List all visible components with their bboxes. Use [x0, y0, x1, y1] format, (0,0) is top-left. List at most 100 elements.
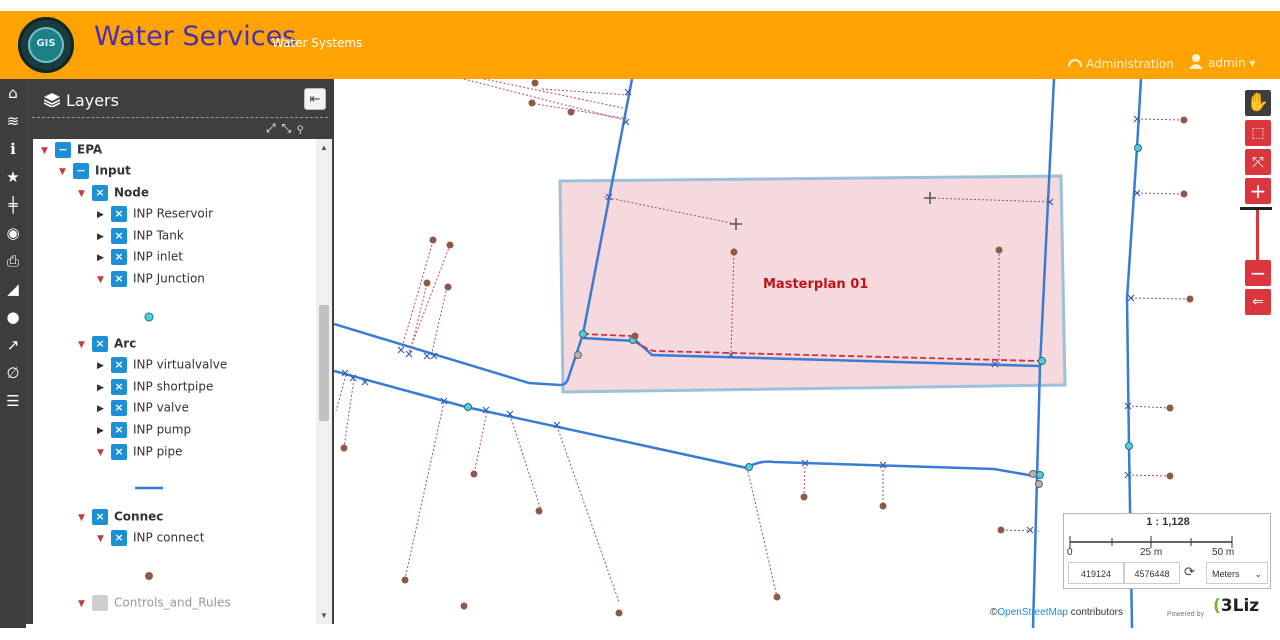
layer-row-node[interactable]: ▼ × Node [78, 182, 149, 202]
print-icon[interactable]: ⎙ [0, 247, 26, 275]
toggle-closed-icon[interactable]: ▶ [97, 248, 111, 268]
layer-label: EPA [77, 142, 103, 157]
scroll-down-icon[interactable]: ▼ [318, 611, 330, 620]
collapse-panel-button[interactable]: ⇤ [304, 88, 326, 110]
powered-by-text: Powered by [1167, 611, 1204, 618]
zoom-slider-track[interactable] [1256, 210, 1259, 260]
toggle-closed-icon[interactable]: ▶ [97, 399, 111, 419]
user-menu[interactable]: admin ▾ [1188, 53, 1255, 72]
layers-panel-header: Layers ⇤ ⤢⤡⚲ [26, 79, 334, 139]
toggle-open-icon[interactable]: ▼ [78, 184, 92, 204]
app-logo[interactable]: GIS [18, 17, 74, 73]
layer-checkbox[interactable]: − [73, 162, 89, 179]
left-toolbar: ⌂ ≋ ℹ ★ ╪ ◉ ⎙ ◢ ● ↗ ∅ ☰ [0, 79, 26, 640]
layer-row-inp-tank[interactable]: ▶ × INP Tank [97, 225, 184, 245]
layer-checkbox[interactable]: × [111, 356, 127, 373]
layer-checkbox[interactable]: × [111, 399, 127, 416]
toggle-closed-icon[interactable]: ▶ [97, 227, 111, 247]
toggle-closed-icon[interactable]: ▶ [97, 421, 111, 441]
collapse-all-icon[interactable]: ⤡ [282, 121, 298, 135]
layer-label: Connec [114, 509, 164, 524]
share-icon[interactable]: ↗ [0, 331, 26, 359]
layer-checkbox[interactable]: × [111, 248, 127, 265]
toggle-open-icon[interactable]: ▼ [59, 162, 73, 182]
osm-link[interactable]: OpenStreetMap [997, 607, 1068, 618]
toggle-closed-icon[interactable]: ▶ [97, 378, 111, 398]
layer-checkbox[interactable]: × [111, 227, 127, 244]
layer-row-arc[interactable]: ▼ × Arc [78, 333, 136, 353]
scroll-up-icon[interactable]: ▲ [318, 143, 330, 152]
bottom-strip [0, 628, 1280, 640]
scale-tick-50: 50 m [1212, 547, 1235, 558]
target-icon[interactable]: ◉ [0, 219, 26, 247]
layer-checkbox[interactable]: × [111, 378, 127, 395]
layer-row-inp-valve[interactable]: ▶ × INP valve [97, 397, 189, 417]
zoom-layer-icon[interactable]: ⚲ [297, 121, 309, 135]
logo-text: GIS [36, 38, 56, 49]
tree-scrollbar[interactable]: ▲ ▼ [316, 139, 332, 624]
layer-checkbox[interactable]: × [111, 529, 127, 546]
layer-checkbox[interactable]: × [111, 270, 127, 287]
split-icon[interactable]: ╪ [0, 191, 26, 219]
layer-row-connec[interactable]: ▼ × Connec [78, 506, 163, 526]
layer-label: INP Junction [133, 271, 205, 286]
layer-row-inp-inlet[interactable]: ▶ × INP inlet [97, 246, 183, 266]
layer-row-input[interactable]: ▼ − Input [59, 160, 131, 180]
star-icon[interactable]: ★ [0, 163, 26, 191]
zoom-out-button[interactable]: − [1245, 260, 1271, 286]
layer-checkbox[interactable]: × [111, 205, 127, 222]
layer-checkbox[interactable]: × [92, 508, 108, 525]
unit-select[interactable]: Meters ⌄ [1206, 562, 1268, 584]
administration-link[interactable]: Administration [1068, 57, 1174, 71]
zoom-box-icon[interactable]: ⬚ [1245, 120, 1271, 146]
toggle-open-icon[interactable]: ▼ [97, 529, 111, 549]
layer-checkbox[interactable] [92, 594, 108, 611]
toggle-open-icon[interactable]: ▼ [97, 443, 111, 463]
y-coordinate: 4576448 [1124, 562, 1180, 584]
layer-checkbox[interactable]: × [111, 443, 127, 460]
ruler-icon[interactable]: ◢ [0, 275, 26, 303]
layers-icon[interactable]: ≋ [0, 107, 26, 135]
layer-row-inp-reservoir[interactable]: ▶ × INP Reservoir [97, 203, 213, 223]
home-icon[interactable]: ⌂ [0, 79, 26, 107]
layer-row-inp-pump[interactable]: ▶ × INP pump [97, 419, 191, 439]
info-icon[interactable]: ℹ [0, 135, 26, 163]
logo-mark: ( [1213, 596, 1221, 616]
layer-checkbox[interactable]: × [92, 184, 108, 201]
layer-checkbox[interactable]: − [55, 141, 71, 158]
toggle-open-icon[interactable]: ▼ [78, 594, 92, 614]
app-window: GIS Water Services Water Systems Adminis… [0, 0, 1280, 640]
layer-label: INP virtualvalve [133, 357, 228, 372]
layer-row-epa[interactable]: ▼ − EPA [41, 139, 102, 159]
toggle-closed-icon[interactable]: ▶ [97, 356, 111, 376]
divider [32, 117, 328, 118]
previous-view-icon[interactable]: ⇐ [1245, 289, 1271, 315]
zoom-in-button[interactable]: + [1245, 178, 1271, 204]
zoom-extent-icon[interactable]: ⤧ [1245, 149, 1271, 175]
layer-row-controls-and-rules[interactable]: ▼ Controls_and_Rules [78, 592, 231, 612]
layer-row-inp-shortpipe[interactable]: ▶ × INP shortpipe [97, 376, 213, 396]
layer-row-inp-junction[interactable]: ▼ × INP Junction [97, 268, 205, 288]
layer-row-inp-connect[interactable]: ▼ × INP connect [97, 527, 204, 547]
refresh-icon[interactable]: ⟳ [1184, 564, 1195, 580]
toggle-open-icon[interactable]: ▼ [97, 270, 111, 290]
lizmap-logo[interactable]: (3Liz [1213, 596, 1259, 616]
layer-checkbox[interactable]: × [111, 421, 127, 438]
layer-label: Input [95, 163, 131, 178]
header-bar: GIS Water Services Water Systems Adminis… [0, 11, 1280, 79]
toggle-open-icon[interactable]: ▼ [78, 508, 92, 528]
toggle-closed-icon[interactable]: ▶ [97, 205, 111, 225]
toggle-open-icon[interactable]: ▼ [78, 335, 92, 355]
expand-all-icon[interactable]: ⤢ [266, 121, 282, 135]
comment-icon[interactable]: ● [0, 303, 26, 331]
layer-checkbox[interactable]: × [92, 335, 108, 352]
layer-label: Node [114, 185, 150, 200]
layer-row-inp-pipe[interactable]: ▼ × INP pipe [97, 441, 183, 461]
toggle-open-icon[interactable]: ▼ [41, 141, 55, 161]
link-icon[interactable]: ∅ [0, 359, 26, 387]
layer-row-inp-virtualvalve[interactable]: ▶ × INP virtualvalve [97, 354, 227, 374]
layers-panel: Layers ⇤ ⤢⤡⚲ ▼ − EPA ▼ − Input ▼ × Node ▶ × INP … [26, 79, 334, 624]
list-icon[interactable]: ☰ [0, 387, 26, 415]
pan-hand-icon[interactable]: ✋ [1245, 90, 1271, 116]
scroll-thumb[interactable] [319, 305, 329, 421]
